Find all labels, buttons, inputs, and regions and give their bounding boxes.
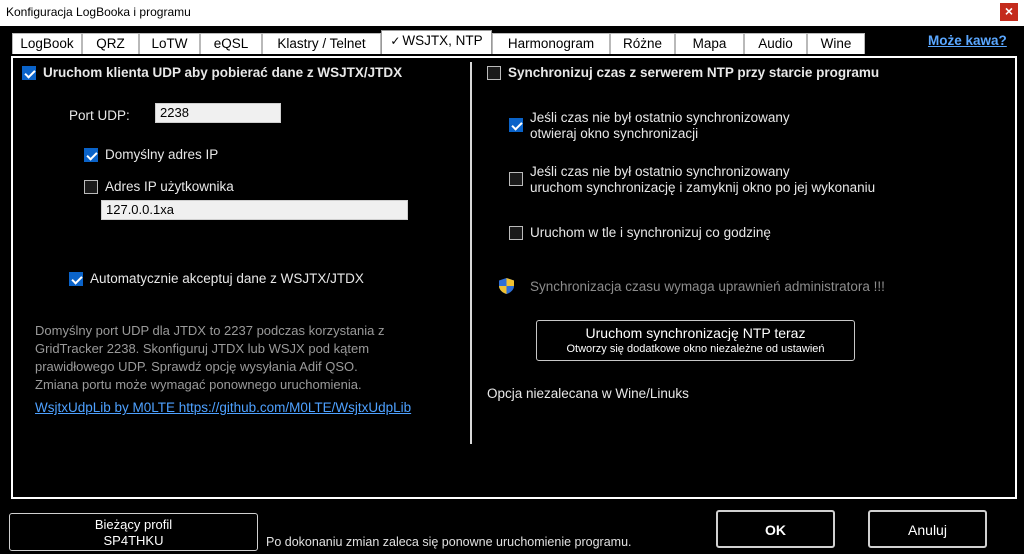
- column-divider: [470, 62, 472, 444]
- ntp-sync-label: Synchronizuj czas z serwerem NTP przy st…: [508, 65, 880, 80]
- ntp-button-subtitle: Otworzy się dodatkowe okno niezależne od…: [566, 343, 825, 355]
- opt-auto-sync-line1: Jeśli czas nie był ostatnio synchronizow…: [530, 164, 790, 179]
- admin-shield-icon: [499, 278, 514, 294]
- tab-eqsl[interactable]: eQSL: [200, 33, 262, 54]
- ntp-button-title: Uruchom synchronizację NTP teraz: [585, 325, 806, 341]
- tab-harmonogram[interactable]: Harmonogram: [492, 33, 610, 54]
- port-input[interactable]: 2238: [155, 103, 281, 123]
- opt-open-window-checkbox[interactable]: [509, 118, 523, 132]
- opt-open-window-label: Jeśli czas nie był ostatnio synchronizow…: [530, 110, 790, 142]
- ntp-sync-now-button[interactable]: Uruchom synchronizację NTP teraz Otworzy…: [536, 320, 855, 361]
- current-profile-button[interactable]: Bieżący profil SP4THKU: [9, 513, 258, 551]
- title-bar: Konfiguracja LogBooka i programu ×: [0, 0, 1024, 26]
- opt-open-window-line2: otwieraj okno synchronizacji: [530, 126, 699, 141]
- window-title: Konfiguracja LogBooka i programu: [6, 5, 191, 19]
- auto-accept-label: Automatycznie akceptuj dane z WSJTX/JTDX: [90, 271, 364, 286]
- info-line: GridTracker 2238. Skonfiguruj JTDX lub W…: [35, 341, 370, 356]
- user-ip-label: Adres IP użytkownika: [105, 179, 234, 194]
- opt-open-window-row[interactable]: Jeśli czas nie był ostatnio synchronizow…: [509, 110, 790, 142]
- user-ip-row[interactable]: Adres IP użytkownika: [84, 179, 234, 195]
- user-ip-checkbox[interactable]: [84, 180, 98, 194]
- opt-background-label: Uruchom w tle i synchronizuj co godzinę: [530, 225, 771, 240]
- tab-wsjtx-ntp[interactable]: ✓ WSJTX, NTP: [381, 30, 492, 54]
- tab-klastry[interactable]: Klastry / Telnet: [262, 33, 381, 54]
- opt-background-checkbox[interactable]: [509, 226, 523, 240]
- tab-mapa[interactable]: Mapa: [675, 33, 744, 54]
- tab-rozne[interactable]: Różne: [610, 33, 675, 54]
- ntp-sync-checkbox[interactable]: [487, 66, 501, 80]
- tab-wsjtx-label: WSJTX, NTP: [402, 33, 483, 48]
- port-label: Port UDP:: [69, 108, 130, 123]
- info-line: Zmiana portu może wymagać ponownego uruc…: [35, 377, 362, 392]
- coffee-link[interactable]: Może kawa?: [928, 33, 1007, 48]
- admin-note: Synchronizacja czasu wymaga uprawnień ad…: [530, 279, 885, 294]
- udp-info-text: Domyślny port UDP dla JTDX to 2237 podcz…: [35, 322, 415, 394]
- tab-logbook[interactable]: LogBook: [12, 33, 82, 54]
- auto-accept-row[interactable]: Automatycznie akceptuj dane z WSJTX/JTDX: [69, 271, 364, 287]
- opt-auto-sync-checkbox[interactable]: [509, 172, 523, 186]
- default-ip-checkbox[interactable]: [84, 148, 98, 162]
- udp-enable-checkbox[interactable]: [22, 66, 36, 80]
- restart-note: Po dokonaniu zmian zaleca się ponowne ur…: [266, 535, 632, 549]
- udp-enable-label: Uruchom klienta UDP aby pobierać dane z …: [43, 65, 403, 80]
- cancel-button[interactable]: Anuluj: [868, 510, 987, 548]
- tab-qrz[interactable]: QRZ: [82, 33, 139, 54]
- tab-lotw[interactable]: LoTW: [139, 33, 200, 54]
- udp-enable-row[interactable]: Uruchom klienta UDP aby pobierać dane z …: [22, 65, 402, 81]
- ip-input[interactable]: 127.0.0.1xa: [101, 200, 408, 220]
- wsjtx-lib-link[interactable]: WsjtxUdpLib by M0LTE https://github.com/…: [35, 400, 411, 415]
- opt-background-row[interactable]: Uruchom w tle i synchronizuj co godzinę: [509, 225, 771, 241]
- default-ip-label: Domyślny adres IP: [105, 147, 219, 162]
- profile-name: SP4THKU: [103, 533, 164, 548]
- info-line: prawidłowego UDP. Sprawdź opcję wysyłani…: [35, 359, 358, 374]
- auto-accept-checkbox[interactable]: [69, 272, 83, 286]
- info-line: Domyślny port UDP dla JTDX to 2237 podcz…: [35, 323, 385, 338]
- wine-note: Opcja niezalecana w Wine/Linuks: [487, 386, 689, 401]
- tab-audio[interactable]: Audio: [744, 33, 807, 54]
- default-ip-row[interactable]: Domyślny adres IP: [84, 147, 218, 163]
- opt-auto-sync-line2: uruchom synchronizację i zamyknij okno p…: [530, 180, 876, 195]
- ok-button[interactable]: OK: [716, 510, 835, 548]
- ntp-sync-row[interactable]: Synchronizuj czas z serwerem NTP przy st…: [487, 65, 879, 81]
- opt-open-window-line1: Jeśli czas nie był ostatnio synchronizow…: [530, 110, 790, 125]
- tab-wine[interactable]: Wine: [807, 33, 865, 54]
- close-icon[interactable]: ×: [1000, 3, 1018, 21]
- checkmark-icon: ✓: [390, 34, 401, 48]
- opt-auto-sync-row[interactable]: Jeśli czas nie był ostatnio synchronizow…: [509, 164, 875, 196]
- opt-auto-sync-label: Jeśli czas nie był ostatnio synchronizow…: [530, 164, 875, 196]
- profile-title: Bieżący profil: [94, 517, 173, 532]
- tab-bar: LogBook QRZ LoTW eQSL Klastry / Telnet ✓…: [12, 30, 865, 54]
